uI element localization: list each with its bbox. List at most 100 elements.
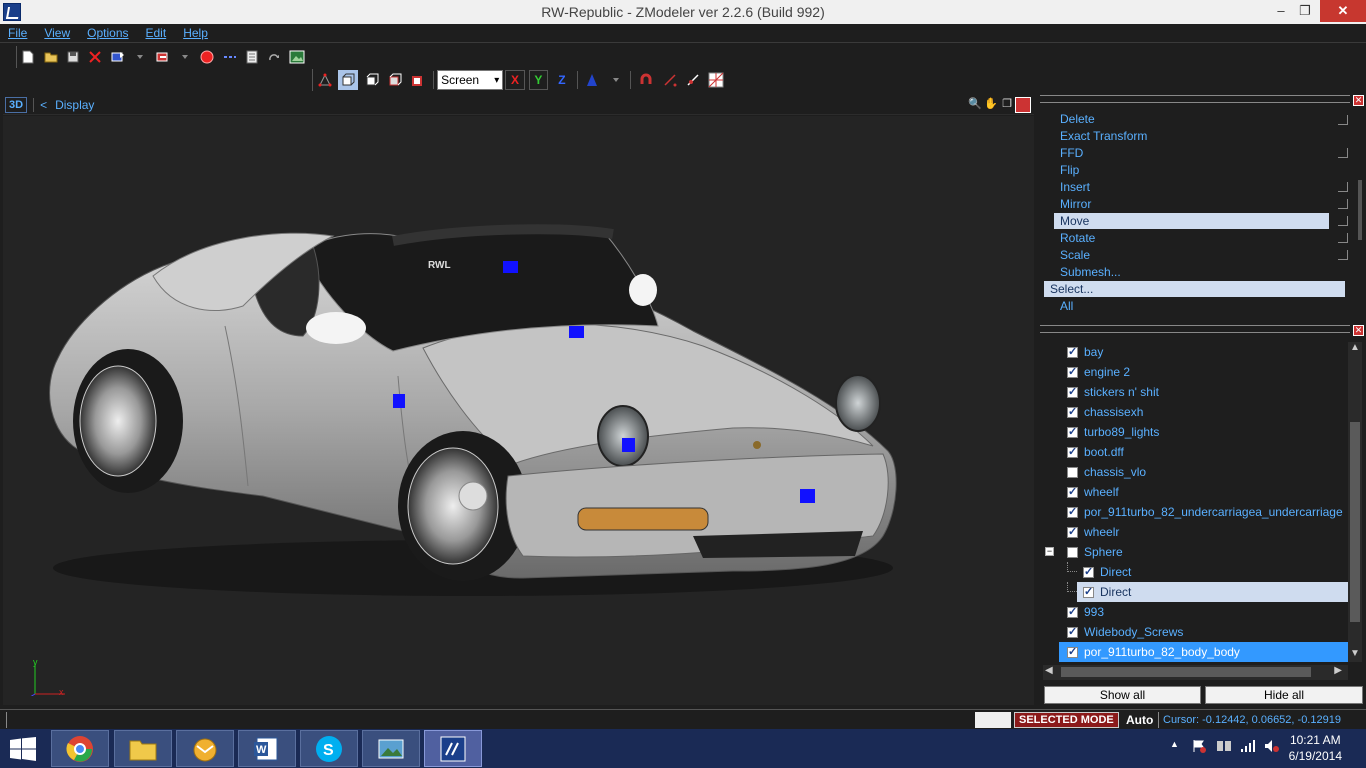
object-mode-icon[interactable] [338, 70, 358, 90]
volume-muted-icon[interactable] [1264, 739, 1280, 756]
photos-task-icon[interactable] [362, 730, 420, 767]
scene-tree-item[interactable]: boot.dff [1061, 442, 1348, 462]
scene-tree-item[interactable]: por_911turbo_82_undercarriagea_undercarr… [1061, 502, 1348, 522]
box-select-icon[interactable] [362, 70, 381, 90]
visibility-checkbox[interactable] [1067, 485, 1078, 498]
visibility-checkbox[interactable] [1067, 645, 1078, 658]
modifier-rotate[interactable]: Rotate [1054, 230, 1329, 246]
zoom-icon[interactable]: 🔍 [967, 97, 983, 113]
grid-icon[interactable] [707, 70, 726, 90]
visibility-checkbox[interactable] [1067, 365, 1078, 378]
scene-tree-item[interactable]: por_911turbo_82_body_body [1059, 642, 1348, 662]
scene-tree-item[interactable]: chassis_vlo [1061, 462, 1348, 482]
selected-mode-badge[interactable]: SELECTED MODE [1014, 712, 1119, 728]
windows-start-icon[interactable] [10, 737, 36, 761]
scene-tree[interactable]: bay engine 2 stickers n' shit chassisexh tur… [1043, 342, 1348, 662]
visibility-checkbox[interactable] [1067, 385, 1078, 398]
viewport-3d-label[interactable]: 3D [5, 96, 28, 113]
modifier-ffd[interactable]: FFD [1054, 145, 1329, 161]
modifiers-scrollbar[interactable] [1358, 180, 1362, 240]
visibility-checkbox[interactable] [1067, 425, 1078, 438]
redo-icon[interactable] [265, 47, 283, 67]
show-hidden-icons[interactable]: ▲ [1170, 739, 1179, 749]
scene-tree-item[interactable]: turbo89_lights [1061, 422, 1348, 442]
minimize-button[interactable]: ‒ [1268, 0, 1294, 22]
visibility-checkbox[interactable] [1067, 466, 1078, 478]
dropdown-arrow-icon[interactable] [131, 47, 149, 67]
render-icon[interactable] [198, 47, 216, 67]
modifier-scale[interactable]: Scale [1054, 247, 1329, 263]
menu-file[interactable]: File [8, 26, 27, 40]
restore-view-icon[interactable]: ❐ [999, 97, 1015, 113]
file-explorer-task-icon[interactable] [114, 730, 172, 767]
visibility-checkbox[interactable] [1067, 345, 1078, 358]
menu-view[interactable]: View [44, 26, 70, 40]
scene-tree-item[interactable]: 993 [1061, 602, 1348, 622]
open-folder-icon[interactable] [41, 47, 59, 67]
scene-tree-item[interactable]: Direct [1077, 562, 1348, 582]
close-button[interactable]: ✕ [1320, 0, 1366, 22]
undo-icon[interactable] [153, 47, 171, 67]
scroll-left-icon[interactable]: ◀ [1045, 665, 1053, 676]
scene-tree-item[interactable]: engine 2 [1061, 362, 1348, 382]
visibility-checkbox[interactable] [1067, 525, 1078, 538]
scroll-down-icon[interactable]: ▼ [1348, 648, 1362, 662]
show-all-button[interactable]: Show all [1044, 686, 1201, 704]
scroll-thumb[interactable] [1061, 667, 1311, 677]
face-mode-icon[interactable] [385, 70, 404, 90]
chrome-task-icon[interactable] [51, 730, 109, 767]
modifier-flip[interactable]: Flip [1054, 162, 1329, 178]
scroll-thumb[interactable] [1350, 422, 1360, 622]
maximize-button[interactable]: ❐ [1292, 0, 1318, 22]
scene-tree-item[interactable]: wheelf [1061, 482, 1348, 502]
coordinate-space-select[interactable]: Screen ▾ [437, 70, 504, 90]
pan-hand-icon[interactable]: ✋ [983, 97, 999, 113]
image-icon[interactable] [288, 47, 306, 67]
scene-tree-item[interactable]: chassisexh [1061, 402, 1348, 422]
scene-tree-item[interactable]: bay [1061, 342, 1348, 362]
modifier-exact-transform[interactable]: Exact Transform [1054, 128, 1329, 144]
modifier-submesh[interactable]: Submesh... [1054, 264, 1329, 280]
visibility-checkbox[interactable] [1083, 585, 1094, 598]
snap-point-icon[interactable] [683, 70, 702, 90]
outlook-task-icon[interactable] [176, 730, 234, 767]
scroll-right-icon[interactable]: ▶ [1334, 665, 1342, 676]
save-icon[interactable] [64, 47, 82, 67]
network-drive-icon[interactable] [1216, 739, 1232, 756]
scene-tree-item[interactable]: wheelr [1061, 522, 1348, 542]
modifier-delete[interactable]: Delete [1054, 111, 1329, 127]
delete-icon[interactable] [86, 47, 104, 67]
panel-close-icon[interactable]: ✕ [1353, 95, 1364, 106]
snap-icon[interactable] [660, 70, 679, 90]
action-center-flag-icon[interactable] [1192, 739, 1206, 756]
scene-tree-item[interactable]: Direct [1077, 582, 1348, 602]
maximize-viewport-icon[interactable] [1015, 97, 1031, 113]
dropdown-arrow-icon[interactable] [606, 70, 625, 90]
axis-y-toggle[interactable]: Y [528, 70, 549, 90]
modifier-move[interactable]: Move [1054, 213, 1329, 229]
select-category[interactable]: Select... [1044, 281, 1345, 297]
3d-viewport[interactable]: RWL y x [3, 116, 1034, 705]
modifier-mirror[interactable]: Mirror [1054, 196, 1329, 212]
signal-strength-icon[interactable] [1240, 739, 1256, 756]
visibility-checkbox[interactable] [1067, 405, 1078, 418]
visibility-checkbox[interactable] [1067, 605, 1078, 618]
scene-tree-item[interactable]: Sphere [1061, 542, 1348, 562]
menu-help[interactable]: Help [183, 26, 208, 40]
modifier-insert[interactable]: Insert [1054, 179, 1329, 195]
collapse-node-icon[interactable]: − [1045, 547, 1054, 556]
viewport-display-button[interactable]: Display [55, 98, 94, 112]
skype-task-icon[interactable]: S [300, 730, 358, 767]
scene-tree-item[interactable]: Widebody_Screws [1061, 622, 1348, 642]
magnet-icon[interactable] [636, 70, 655, 90]
visibility-checkbox[interactable] [1083, 565, 1094, 578]
menu-options[interactable]: Options [87, 26, 128, 40]
axis-x-toggle[interactable]: X [505, 70, 525, 90]
panel-close-icon[interactable]: ✕ [1353, 325, 1364, 336]
auto-mode-label[interactable]: Auto [1122, 712, 1157, 728]
dropdown-arrow-icon[interactable] [176, 47, 194, 67]
zmodeler-task-icon[interactable] [424, 730, 482, 767]
import-icon[interactable] [109, 47, 127, 67]
word-task-icon[interactable]: W [238, 730, 296, 767]
link-icon[interactable] [221, 47, 239, 67]
